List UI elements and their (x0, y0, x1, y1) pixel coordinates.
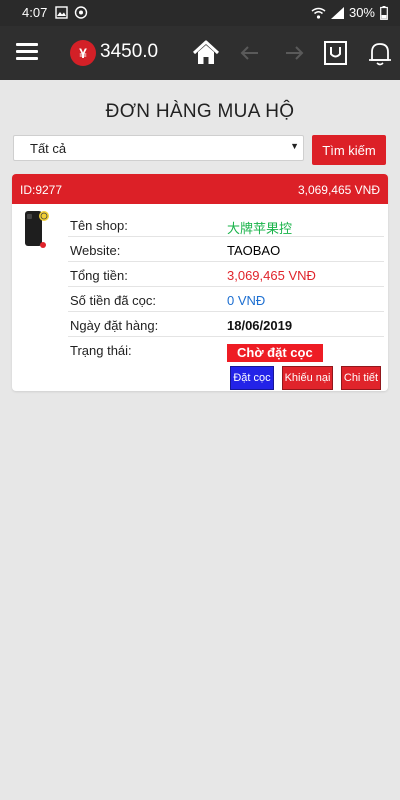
deposit-value: 0 VNĐ (227, 293, 266, 308)
battery-icon (380, 5, 388, 20)
deposit-button[interactable]: Đặt cọc (230, 366, 274, 390)
detail-button[interactable]: Chi tiết (341, 366, 381, 390)
status-badge: Chờ đặt cọc (227, 344, 323, 362)
row-order-date: Ngày đặt hàng: 18/06/2019 (68, 312, 384, 337)
status-filter-select[interactable]: Tất cả ▼ (13, 135, 304, 161)
order-card: ID:9277 3,069,465 VNĐ Tên shop: 大牌苹果控 We… (12, 174, 388, 391)
eye-icon (74, 6, 88, 19)
order-id: ID:9277 (20, 183, 63, 197)
website-label: Website: (70, 243, 121, 258)
forward-arrow-icon[interactable] (280, 39, 308, 67)
status-right: 30% (311, 5, 388, 20)
app-bar: ¥ 3450.0 (0, 26, 400, 80)
yen-icon: ¥ (70, 40, 96, 66)
order-header-total: 3,069,465 VNĐ (297, 183, 380, 197)
order-date-label: Ngày đặt hàng: (70, 318, 159, 333)
row-shop: Tên shop: 大牌苹果控 (68, 212, 384, 237)
back-arrow-icon[interactable] (236, 39, 264, 67)
status-time: 4:07 (22, 5, 48, 20)
row-total: Tổng tiền: 3,069,465 VNĐ (68, 262, 384, 287)
wallet-balance: 3450.0 (100, 41, 159, 62)
total-label: Tổng tiền: (70, 268, 128, 283)
row-website: Website: TAOBAO (68, 237, 384, 262)
shop-label: Tên shop: (70, 218, 128, 233)
shop-value[interactable]: 大牌苹果控 (227, 218, 292, 237)
shopping-bag-icon[interactable] (322, 39, 350, 67)
order-date-value: 18/06/2019 (227, 318, 293, 333)
total-value: 3,069,465 VNĐ (227, 268, 316, 283)
menu-icon[interactable] (16, 43, 38, 63)
row-deposit: Số tiền đã cọc: 0 VNĐ (68, 287, 384, 312)
page-title: ĐƠN HÀNG MUA HỘ (105, 101, 295, 122)
status-bar: 4:07 30% (0, 0, 400, 26)
status-notification-icons (55, 6, 88, 19)
image-icon (55, 6, 68, 19)
product-thumbnail[interactable] (24, 210, 50, 250)
website-value: TAOBAO (227, 243, 281, 258)
filter-selected-value: Tất cả (30, 141, 67, 156)
search-button[interactable]: Tìm kiếm (312, 135, 386, 165)
status-label: Trạng thái: (70, 343, 132, 358)
signal-icon (330, 6, 344, 19)
chevron-down-icon: ▼ (290, 141, 299, 151)
wifi-icon (311, 7, 326, 19)
bell-icon[interactable] (366, 39, 394, 67)
deposit-label: Số tiền đã cọc: (70, 293, 156, 308)
complain-button[interactable]: Khiếu nại (282, 366, 333, 390)
home-icon[interactable] (192, 39, 220, 67)
row-status: Trạng thái: (68, 337, 384, 362)
battery-percent: 30% (348, 5, 375, 20)
order-header[interactable]: ID:9277 3,069,465 VNĐ (12, 174, 388, 204)
